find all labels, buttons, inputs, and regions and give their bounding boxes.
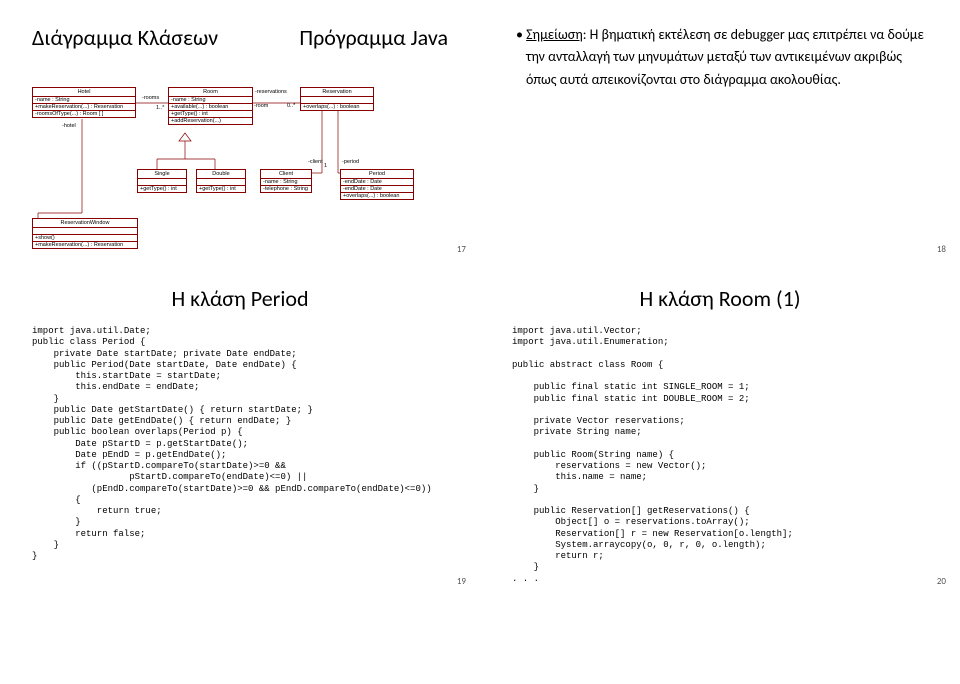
slide-19: Η κλάση Period import java.util.Date; pu… [0, 261, 480, 593]
slide-title: Η κλάση Room (1) [512, 285, 928, 312]
slide-20: Η κλάση Room (1) import java.util.Vector… [480, 261, 960, 593]
uml-class-reservationwindow: ReservationWindow [33, 219, 137, 228]
page-number: 17 [457, 244, 466, 255]
uml-diagram: Hotel -name : String +makeReservation(..… [32, 63, 432, 253]
uml-class-room: Room [169, 88, 252, 97]
uml-class-hotel: Hotel [33, 88, 135, 97]
code-room: import java.util.Vector; import java.uti… [512, 326, 928, 585]
uml-class-client: Client [261, 170, 311, 179]
title-left: Διάγραμμα Κλάσεων [32, 24, 218, 51]
uml-class-double: Double [197, 170, 245, 179]
page-number: 19 [457, 576, 466, 587]
title-right: Πρόγραμμα Java [299, 24, 448, 51]
page-number: 20 [937, 576, 946, 587]
uml-class-reservation: Reservation [301, 88, 373, 97]
uml-class-single: Single [138, 170, 186, 179]
slide-17: Διάγραμμα Κλάσεων Πρόγραμμα Java [0, 0, 480, 261]
slide-18: Σημείωση: Η βηματική εκτέλεση σε debugge… [480, 0, 960, 261]
slide-title: Η κλάση Period [32, 285, 448, 312]
code-period: import java.util.Date; public class Peri… [32, 326, 448, 562]
uml-class-period: Period [341, 170, 413, 179]
page-number: 18 [937, 244, 946, 255]
note-bullet: Σημείωση: Η βηματική εκτέλεση σε debugge… [512, 24, 928, 91]
